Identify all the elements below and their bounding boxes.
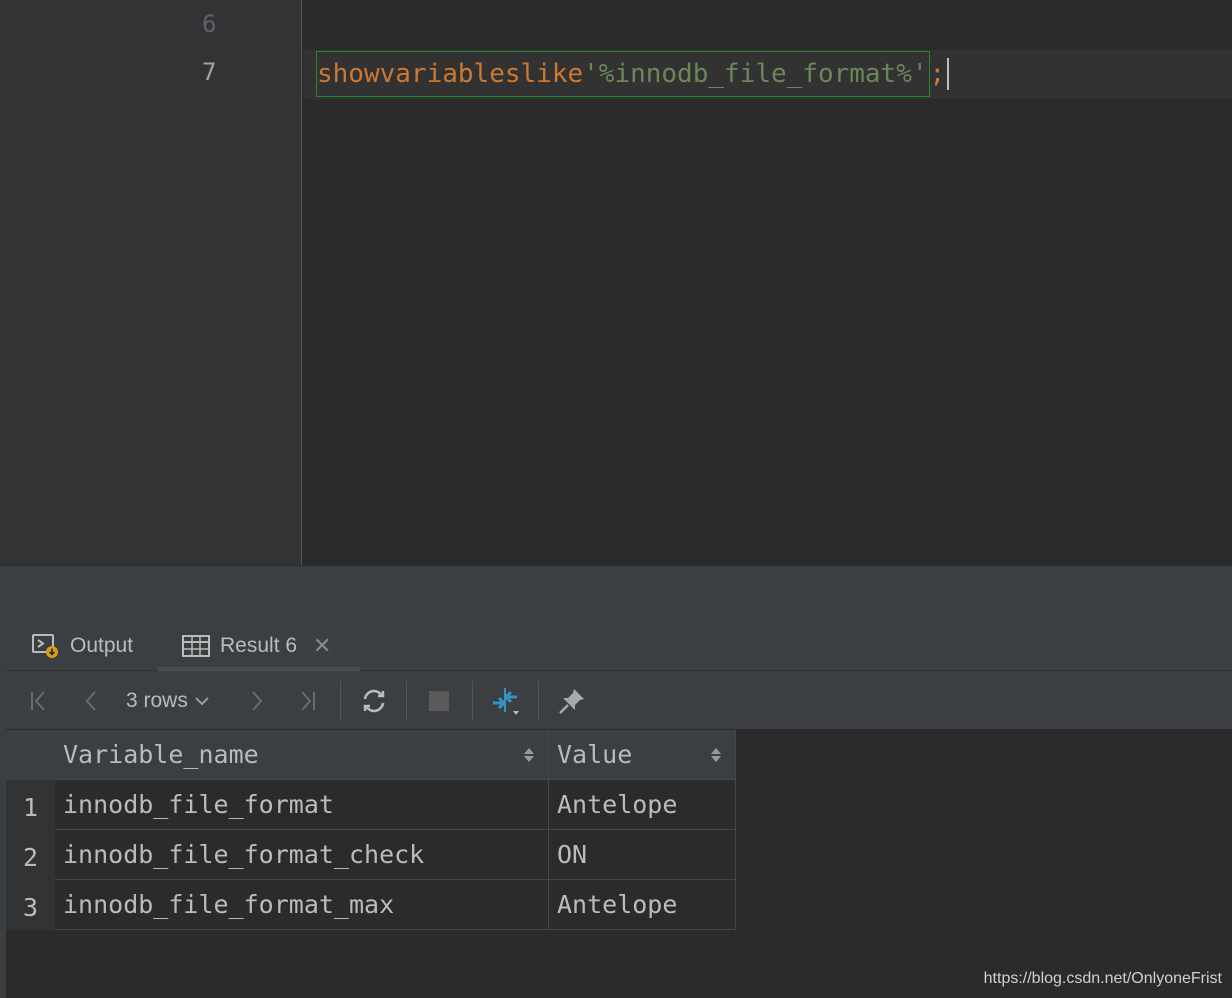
toolbar-separator (472, 681, 473, 721)
row-number: 3 (6, 880, 55, 930)
compare-icon[interactable] (486, 671, 526, 730)
keyword-variables: variables (379, 59, 521, 89)
toolbar-separator (406, 681, 407, 721)
grid-header-row: Variable_name Value (6, 730, 736, 780)
statement-terminator: ; (929, 59, 946, 89)
results-panel: Output Result 6 ✕ 3 rows Variable_name V… (0, 620, 1232, 998)
pin-icon[interactable] (554, 671, 590, 730)
sort-icon[interactable] (524, 747, 534, 762)
line-number-gutter: 6 7 (192, 0, 302, 565)
line-number: 7 (202, 58, 217, 86)
sort-icon[interactable] (711, 747, 721, 762)
results-toolbar: 3 rows (6, 671, 1232, 730)
rows-count-label: 3 rows (126, 688, 188, 712)
cell-variable-name[interactable]: innodb_file_format_check (55, 830, 549, 880)
tab-result-6[interactable]: Result 6 ✕ (158, 620, 360, 671)
column-header-variable-name[interactable]: Variable_name (55, 730, 549, 780)
row-number: 2 (6, 830, 55, 880)
editor-side-strip (0, 0, 192, 565)
column-header-label: Variable_name (63, 740, 259, 769)
cell-variable-name[interactable]: innodb_file_format (55, 780, 549, 830)
next-page-icon[interactable] (242, 671, 272, 730)
table-row[interactable]: 1 innodb_file_format Antelope (6, 780, 736, 830)
table-grid-icon (182, 634, 210, 657)
sql-statement[interactable]: show variables like '%innodb_file_format… (316, 51, 930, 97)
last-page-icon[interactable] (292, 671, 322, 730)
sql-editor[interactable]: 6 7 show variables like '%innodb_file_fo… (0, 0, 1232, 565)
tab-result-label: Result 6 (220, 633, 298, 657)
column-header-value[interactable]: Value (549, 730, 736, 780)
table-row[interactable]: 2 innodb_file_format_check ON (6, 830, 736, 880)
toolbar-separator (340, 681, 341, 721)
cell-value[interactable]: Antelope (549, 880, 736, 930)
column-header-label: Value (557, 740, 633, 769)
text-caret (947, 58, 950, 90)
tab-output[interactable]: Output (32, 620, 133, 671)
results-tab-bar: Output Result 6 ✕ (6, 620, 1232, 671)
chevron-down-icon (194, 695, 210, 707)
string-literal: '%innodb_file_format%' (583, 59, 928, 89)
grid-corner (6, 730, 55, 780)
keyword-like: like (520, 59, 584, 89)
console-output-icon (32, 633, 58, 658)
cell-value[interactable]: Antelope (549, 780, 736, 830)
tab-output-label: Output (70, 633, 134, 657)
stop-icon[interactable] (424, 671, 454, 730)
keyword-show: show (317, 59, 380, 89)
line-number: 6 (202, 10, 217, 38)
table-row[interactable]: 3 innodb_file_format_max Antelope (6, 880, 736, 930)
cell-value[interactable]: ON (549, 830, 736, 880)
toolbar-separator (538, 681, 539, 721)
watermark-text: https://blog.csdn.net/OnlyoneFrist (983, 970, 1222, 987)
close-tab-icon[interactable]: ✕ (313, 633, 331, 659)
first-page-icon[interactable] (24, 671, 54, 730)
cell-variable-name[interactable]: innodb_file_format_max (55, 880, 549, 930)
prev-page-icon[interactable] (76, 671, 106, 730)
panel-splitter[interactable] (0, 565, 1232, 620)
row-number: 1 (6, 780, 55, 830)
code-line[interactable]: show variables like '%innodb_file_format… (316, 51, 950, 97)
refresh-icon[interactable] (356, 671, 392, 730)
rows-count-dropdown[interactable]: 3 rows (126, 671, 210, 730)
